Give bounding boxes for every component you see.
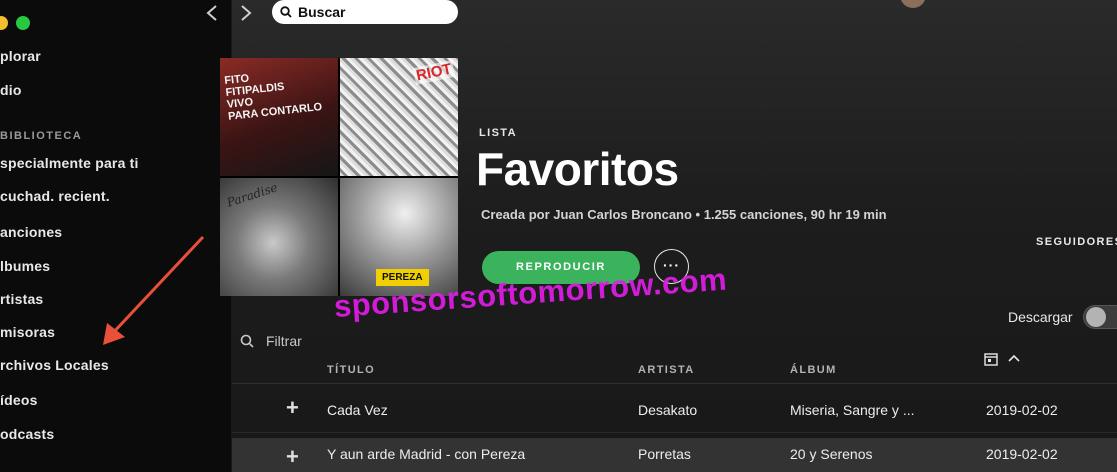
playlist-cover: FITO FITIPALDIS VIVO PARA CONTARLO RIOT … (220, 58, 458, 296)
cover-tile-2-text: RIOT (412, 60, 456, 85)
cover-tile-3-text: Paradise (225, 180, 280, 210)
track-artist[interactable]: Porretas (638, 446, 691, 462)
minimize-button[interactable] (0, 16, 8, 30)
chevron-up-icon[interactable] (1007, 353, 1021, 363)
annotation-arrow (103, 235, 205, 345)
cover-tile-1: FITO FITIPALDIS VIVO PARA CONTARLO (220, 58, 338, 176)
library-heading: BIBLIOTECA (0, 130, 83, 142)
column-header-artist[interactable]: ARTISTA (638, 364, 695, 376)
sidebar-item-albums[interactable]: lbumes (0, 258, 50, 274)
playlist-type: LISTA (479, 127, 517, 139)
sidebar-item-songs[interactable]: anciones (0, 224, 62, 240)
table-row[interactable]: + Cada Vez Desakato Miseria, Sangre y ..… (232, 388, 1117, 430)
track-title: Y aun arde Madrid - con Pereza (327, 446, 526, 462)
sidebar: plorar dio BIBLIOTECA specialmente para … (0, 0, 232, 472)
search-label: Buscar (298, 4, 346, 20)
sidebar-item-radio[interactable]: dio (0, 82, 22, 98)
filter-input[interactable]: Filtrar (240, 332, 302, 350)
window-controls (0, 16, 60, 32)
table-row[interactable]: + Y aun arde Madrid - con Pereza Porreta… (232, 438, 1117, 472)
sidebar-item-podcasts[interactable]: odcasts (0, 426, 54, 442)
top-bar: Buscar (206, 0, 1117, 30)
column-header-album[interactable]: ÁLBUM (790, 364, 837, 376)
cover-tile-1-text: FITO FITIPALDIS VIVO PARA CONTARLO (223, 72, 323, 123)
track-date: 2019-02-02 (986, 446, 1058, 462)
track-album[interactable]: 20 y Serenos (790, 446, 873, 462)
track-artist[interactable]: Desakato (638, 402, 697, 418)
cover-tile-4: PEREZA (340, 178, 458, 296)
track-title: Cada Vez (327, 402, 388, 418)
cover-tile-3: Paradise (220, 178, 338, 296)
filter-label: Filtrar (266, 333, 302, 349)
chevron-left-icon (206, 5, 217, 21)
sidebar-item-explore[interactable]: plorar (0, 48, 41, 64)
page-title: Favoritos (476, 143, 679, 195)
chevron-right-icon (241, 5, 252, 21)
sidebar-item-made-for-you[interactable]: specialmente para ti (0, 155, 139, 171)
forward-button[interactable] (236, 4, 256, 24)
column-header-title[interactable]: TÍTULO (327, 364, 375, 376)
sidebar-item-recently-played[interactable]: cuchad. recient. (0, 188, 110, 204)
avatar[interactable] (900, 0, 926, 8)
main-panel: Buscar FITO FITIPALDIS VIVO PARA CONTARL… (206, 0, 1117, 472)
download-toggle[interactable] (1083, 305, 1117, 329)
track-album[interactable]: Miseria, Sangre y ... (790, 402, 915, 418)
sidebar-item-artists[interactable]: rtistas (0, 291, 43, 307)
search-input[interactable]: Buscar (272, 0, 458, 24)
calendar-icon[interactable] (984, 352, 998, 366)
toggle-knob (1086, 307, 1106, 327)
sidebar-item-stations[interactable]: misoras (0, 324, 55, 340)
add-track-button[interactable]: + (286, 395, 299, 421)
header-divider (232, 383, 1117, 384)
cover-tile-2: RIOT (340, 58, 458, 176)
sidebar-item-local-files[interactable]: rchivos Locales (0, 357, 109, 373)
search-icon (280, 6, 292, 18)
maximize-button[interactable] (16, 16, 30, 30)
search-icon (240, 334, 254, 348)
track-date: 2019-02-02 (986, 402, 1058, 418)
add-track-button[interactable]: + (286, 444, 299, 470)
download-label: Descargar (1008, 309, 1073, 325)
sidebar-item-videos[interactable]: ídeos (0, 392, 38, 408)
playlist-meta: Creada por Juan Carlos Broncano • 1.255 … (481, 207, 887, 222)
row-divider (232, 432, 1117, 433)
back-button[interactable] (202, 4, 222, 24)
followers-label: SEGUIDORES (1036, 236, 1117, 248)
